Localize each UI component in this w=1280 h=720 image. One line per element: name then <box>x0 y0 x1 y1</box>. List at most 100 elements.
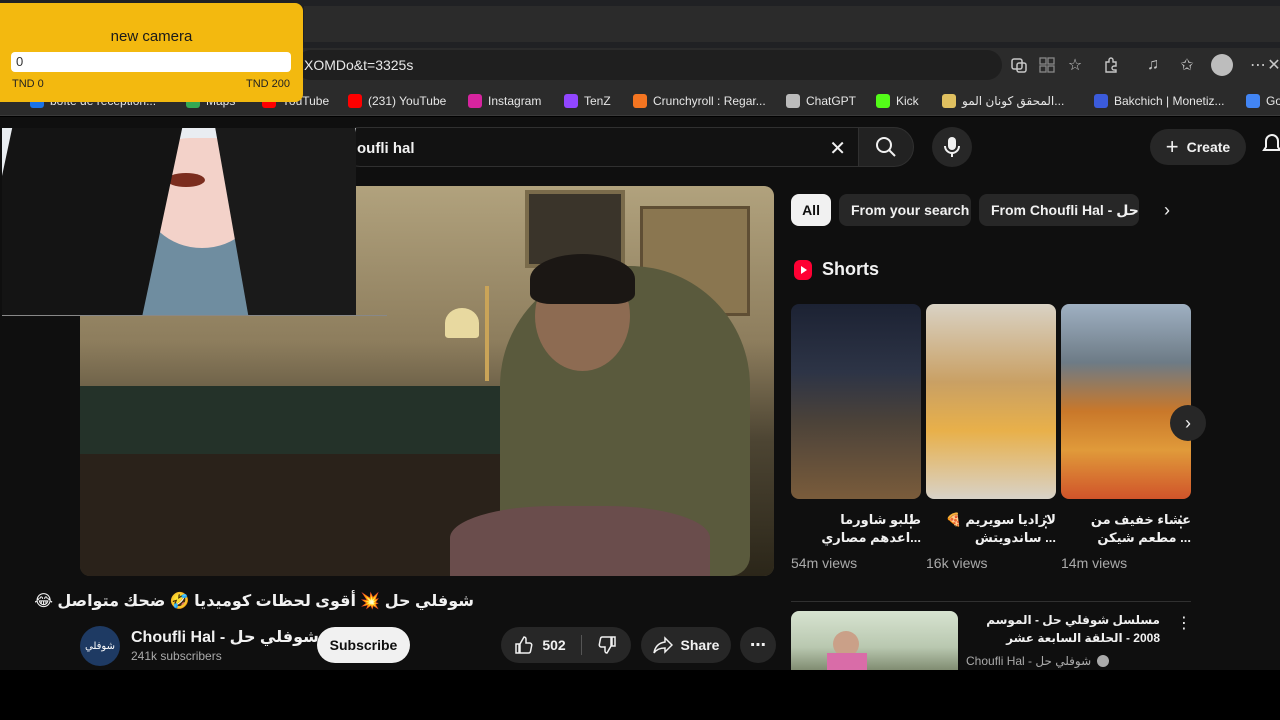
bottom-bar <box>0 670 1280 720</box>
short-thumbnail[interactable] <box>926 304 1056 499</box>
chip-from-your-search[interactable]: From your search <box>839 194 971 226</box>
short-card[interactable]: لازاديا سويريم 🍕 ... ساندويتش 16k views … <box>926 304 1056 571</box>
kebab-menu-icon[interactable]: ⋮ <box>1173 512 1189 532</box>
bookmark-google[interactable]: Go <box>1246 92 1280 110</box>
chatgpt-icon <box>786 94 800 108</box>
short-card[interactable]: عشاء خفيف من ... مطعم شيكن 14m views ⋮ <box>1061 304 1191 571</box>
share-button[interactable]: Share <box>641 627 731 663</box>
more-actions-button[interactable]: ⋯ <box>740 627 776 663</box>
webcam-overlay <box>2 128 356 315</box>
bookmark-kick[interactable]: Kick <box>876 92 919 110</box>
like-count: 502 <box>542 637 566 653</box>
bookmark-conan[interactable]: المحقق كونان المو... <box>942 92 1064 110</box>
dislike-button[interactable] <box>583 627 631 663</box>
voice-search-button[interactable] <box>932 127 972 167</box>
bookmark-label: TenZ <box>584 94 611 108</box>
avatar-eye <box>167 173 205 187</box>
search-button[interactable] <box>858 127 914 167</box>
profile-avatar[interactable] <box>1209 52 1235 78</box>
shorts-next-button[interactable]: › <box>1170 405 1206 441</box>
recommended-thumbnail[interactable] <box>791 611 958 670</box>
channel-avatar[interactable]: شوفلي <box>80 626 120 666</box>
close-icon[interactable]: ✕ <box>1267 52 1280 78</box>
thumbs-down-icon <box>598 636 616 654</box>
kick-icon <box>876 94 890 108</box>
chip-label: From your search <box>851 202 970 218</box>
video-lamp <box>485 286 489 381</box>
apps-icon[interactable] <box>1034 52 1060 78</box>
short-thumbnail[interactable] <box>1061 304 1191 499</box>
bookmark-label: المحقق كونان المو... <box>962 94 1065 108</box>
recommended-channel-name: Choufli Hal - شوفلي حل <box>966 654 1092 668</box>
bookmark-tenz[interactable]: TenZ <box>564 92 611 110</box>
search-icon <box>876 137 896 157</box>
bookmark-label: Go <box>1266 94 1280 108</box>
bookmark-chatgpt[interactable]: ChatGPT <box>786 92 856 110</box>
short-title[interactable]: عشاء خفيف من ... مطعم شيكن <box>1061 511 1191 547</box>
bookmark-instagram[interactable]: Instagram <box>468 92 541 110</box>
short-thumbnail[interactable] <box>791 304 921 499</box>
twitch-icon <box>564 94 578 108</box>
plus-icon: + <box>1165 134 1179 159</box>
thumbnail-person-shirt <box>827 653 867 670</box>
channel-name-text: Choufli Hal - شوفلي حل <box>131 629 319 646</box>
chip-from-channel[interactable]: From Choufli Hal - شوفلي حل <box>979 194 1139 226</box>
share-icon <box>652 636 673 654</box>
extensions-icon[interactable] <box>1098 52 1124 78</box>
chip-all[interactable]: All <box>791 194 831 226</box>
video-person-skirt <box>450 506 710 576</box>
chevron-right-icon[interactable]: › <box>1154 197 1180 223</box>
bookmark-label: ChatGPT <box>806 94 857 108</box>
shorts-heading-text: Shorts <box>822 259 880 279</box>
donation-goal-widget: new camera 0 TND 0 TND 200 <box>0 3 303 102</box>
search-query[interactable]: oufli hal <box>357 140 415 157</box>
like-dislike-group: 502 <box>501 627 631 663</box>
short-title[interactable]: لازاديا سويريم 🍕 ... ساندويتش <box>926 511 1056 547</box>
recommended-channel[interactable]: Choufli Hal - شوفلي حل <box>966 654 1110 668</box>
translate-icon[interactable] <box>1006 52 1032 78</box>
bookmark-label: Crunchyroll : Regar... <box>653 94 766 108</box>
chip-label: All <box>802 202 820 218</box>
url-field[interactable]: XOMDo&t=3325s <box>296 50 1002 80</box>
short-card[interactable]: طلبو شاورما ...اعدهم مصاري 54m views ⋮ <box>791 304 921 571</box>
short-title[interactable]: طلبو شاورما ...اعدهم مصاري <box>791 511 921 547</box>
recommended-title[interactable]: مسلسل شوفلي حل - الموسم 2008 - الحلقة ال… <box>966 611 1160 647</box>
conan-icon <box>942 94 956 108</box>
shorts-heading: Shorts <box>794 259 879 280</box>
goal-title: new camera <box>110 28 193 45</box>
clear-search-icon[interactable]: ✕ <box>829 136 846 161</box>
bookmark-crunchyroll[interactable]: Crunchyroll : Regar... <box>633 92 766 110</box>
media-icon[interactable]: ♫ <box>1140 52 1166 78</box>
channel-name[interactable]: Choufli Hal - شوفلي حل <box>131 627 337 647</box>
short-views: 54m views <box>791 555 858 571</box>
bookmark-youtube-231[interactable]: (231) YouTube <box>348 92 446 110</box>
microphone-icon <box>944 137 960 157</box>
crunchyroll-icon <box>633 94 647 108</box>
like-button[interactable]: 502 <box>501 627 579 663</box>
bookmark-bakchich[interactable]: Bakchich | Monetiz... <box>1094 92 1225 110</box>
video-lamp-shade <box>445 308 479 338</box>
favorites-icon[interactable]: ✩ <box>1174 52 1200 78</box>
url-text[interactable]: XOMDo&t=3325s <box>304 57 413 73</box>
bookmark-star-icon[interactable]: ☆ <box>1062 52 1088 78</box>
subscribe-button[interactable]: Subscribe <box>317 627 410 663</box>
search-input[interactable]: oufli hal ✕ <box>340 127 860 167</box>
share-label: Share <box>680 637 720 653</box>
create-label: Create <box>1186 139 1231 155</box>
kebab-menu-icon[interactable]: ⋮ <box>1176 613 1192 633</box>
video-title: شوفلي حل 💥 أقوى لحظات كوميديا 🤣 ضحك متوا… <box>34 593 474 610</box>
video-person-hair <box>530 254 635 304</box>
shorts-icon <box>794 259 812 280</box>
tab-bar <box>304 6 1280 42</box>
kebab-menu-icon[interactable]: ⋮ <box>903 512 919 532</box>
goal-max-label: TND 200 <box>245 78 290 90</box>
verified-icon <box>1097 655 1110 667</box>
create-button[interactable]: + Create <box>1150 129 1246 165</box>
goal-progress-bar: 0 <box>11 52 291 72</box>
notifications-bell-icon[interactable] <box>1262 133 1280 157</box>
bakchich-icon <box>1094 94 1108 108</box>
avatar <box>1211 54 1233 76</box>
short-views: 14m views <box>1061 555 1128 571</box>
google-icon <box>1246 94 1260 108</box>
kebab-menu-icon[interactable]: ⋮ <box>1038 512 1054 532</box>
